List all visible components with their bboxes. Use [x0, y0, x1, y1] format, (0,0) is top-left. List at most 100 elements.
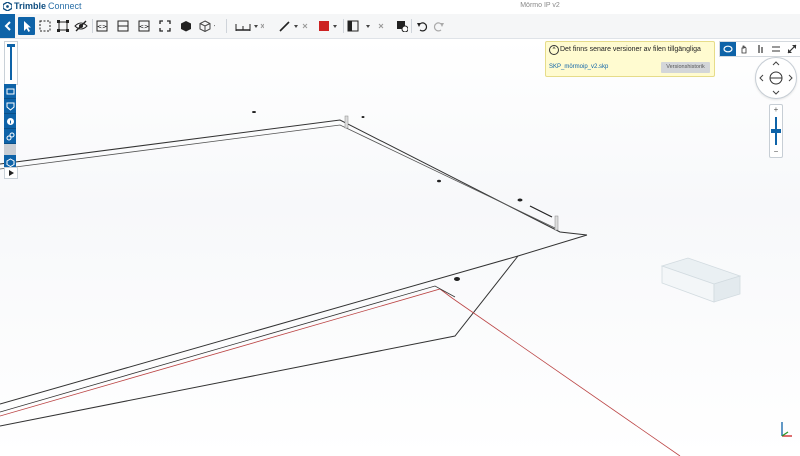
cubes-icon	[181, 21, 191, 32]
view-cube-button[interactable]	[199, 17, 215, 35]
zoom-out-button[interactable]: −	[770, 147, 782, 157]
wall-outline	[0, 124, 556, 229]
marker-object	[517, 198, 523, 202]
redo-button[interactable]	[431, 17, 447, 35]
brand-product: Connect	[48, 1, 82, 11]
cube-icon	[6, 157, 14, 167]
expand-view-button[interactable]	[784, 42, 800, 56]
dashed-box-icon	[39, 20, 51, 32]
fit-view-button[interactable]: <>	[136, 17, 152, 35]
walk-icon	[758, 45, 763, 53]
zoom-handle[interactable]	[771, 129, 781, 133]
walk-mode-button[interactable]	[752, 42, 768, 56]
trimble-logo-icon	[3, 1, 12, 11]
cursor-icon	[24, 21, 31, 32]
wall-outline	[0, 234, 588, 405]
viewer-toolbar: <> <>	[0, 14, 800, 39]
fly-mode-button[interactable]	[768, 42, 784, 56]
visibility-tool-button[interactable]	[346, 17, 388, 35]
measure-button[interactable]	[234, 17, 264, 35]
navigation-mode-bar	[719, 41, 800, 57]
clip-slider-handle[interactable]	[7, 44, 15, 47]
box-select-button[interactable]	[37, 17, 53, 35]
vertex-select-button[interactable]	[55, 17, 71, 35]
draw-line-button[interactable]	[278, 17, 310, 35]
diagonal-expand-icon	[787, 44, 797, 54]
color-picker-button[interactable]	[318, 17, 340, 35]
model-gear-icon	[397, 21, 408, 32]
axis-triad-icon	[781, 422, 792, 437]
expand-panel-button[interactable]	[4, 167, 18, 179]
clip-slider-track	[10, 46, 12, 80]
navigation-compass[interactable]	[755, 57, 797, 99]
vertex-select-icon	[57, 20, 69, 32]
property-line	[0, 288, 453, 417]
post-object	[344, 115, 349, 129]
notification-file-name[interactable]: SKP_mörmoip_v2.skp	[549, 64, 608, 70]
zoom-slider[interactable]: + −	[769, 104, 783, 158]
fullscreen-button[interactable]	[157, 17, 173, 35]
post-object	[554, 215, 559, 231]
model-viewport[interactable]	[0, 39, 800, 456]
model-settings-button[interactable]	[394, 17, 410, 35]
object-tool-button[interactable]	[178, 17, 194, 35]
marker-object	[529, 205, 553, 218]
color-swatch-icon	[319, 21, 337, 31]
zoom-in-button[interactable]: +	[770, 105, 782, 115]
model-scene[interactable]	[0, 39, 800, 456]
fit-view-icon: <>	[138, 20, 150, 32]
marker-object	[437, 179, 441, 183]
redo-icon	[433, 22, 444, 32]
clip-slider[interactable]	[4, 41, 18, 85]
collapse-notification-button[interactable]: ^	[549, 45, 559, 55]
expand-icon	[159, 20, 171, 32]
brand-logo[interactable]: Trimble Connect	[3, 1, 82, 11]
measure-icon	[235, 23, 264, 31]
marker-object	[252, 111, 256, 113]
version-notification: ^ Det finns senare versioner av filen ti…	[545, 41, 715, 77]
panel-split-icon	[347, 20, 384, 32]
eye-slash-icon	[74, 20, 88, 32]
toolbar-divider	[411, 19, 412, 33]
select-tool-button[interactable]	[18, 17, 35, 35]
play-icon	[9, 170, 14, 176]
links-button[interactable]	[4, 129, 16, 144]
toolbar-divider	[226, 19, 227, 33]
pan-mode-button[interactable]	[736, 42, 752, 56]
hand-icon	[741, 45, 747, 54]
brand-name: Trimble	[14, 1, 47, 11]
toolbar-divider	[92, 19, 93, 33]
version-history-button[interactable]: Versionshistorik	[661, 62, 710, 73]
notification-message: Det finns senare versioner av filen till…	[560, 46, 701, 53]
marker-object	[361, 116, 365, 118]
cube-outline-icon	[199, 20, 215, 32]
undo-icon	[417, 22, 428, 32]
svg-text:<>: <>	[139, 24, 149, 31]
hide-objects-button[interactable]	[73, 17, 89, 35]
compass-icon	[759, 61, 793, 95]
orbit-icon	[723, 45, 733, 53]
section-plane-button[interactable]	[115, 17, 131, 35]
section-box-icon: <>	[96, 20, 108, 32]
svg-text:<>: <>	[97, 24, 107, 31]
models-button[interactable]	[4, 99, 16, 114]
pen-icon	[279, 21, 308, 32]
wall-outline	[0, 119, 588, 236]
marker-object	[454, 277, 460, 281]
property-line	[451, 297, 681, 456]
layers-icon	[6, 88, 14, 94]
properties-button[interactable]	[4, 114, 16, 129]
layers-button[interactable]	[4, 84, 16, 99]
section-box-button[interactable]: <>	[94, 17, 110, 35]
section-plane-icon	[117, 20, 129, 32]
swap-icon	[772, 46, 780, 52]
back-button[interactable]	[0, 14, 15, 38]
orbit-mode-button[interactable]	[720, 42, 736, 56]
app-header: Trimble Connect Mörmo IP v2	[0, 0, 800, 14]
chevron-left-icon	[4, 21, 11, 31]
undo-button[interactable]	[414, 17, 430, 35]
link-icon	[6, 132, 14, 140]
toolbar-divider	[343, 19, 344, 33]
shield-icon	[6, 102, 14, 111]
document-title: Mörmo IP v2	[520, 2, 560, 9]
